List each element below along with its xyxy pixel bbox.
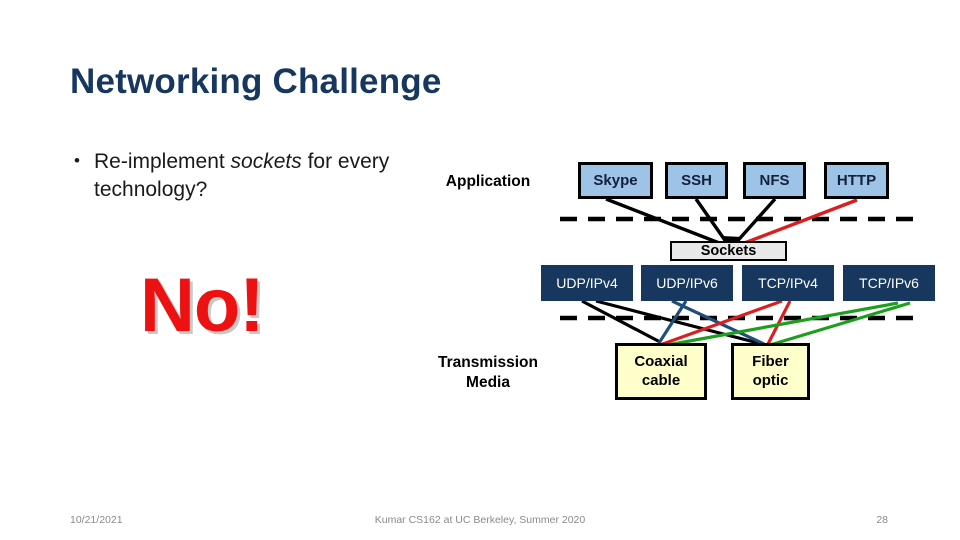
protocol-node-tcp-ipv4[interactable]: TCP/IPv4 (742, 265, 834, 301)
bullet-marker: • (74, 151, 80, 170)
footer-attribution: Kumar CS162 at UC Berkeley, Summer 2020 (374, 514, 586, 526)
app-node-http[interactable]: HTTP (824, 162, 889, 199)
protocol-to-media-links (581, 299, 911, 348)
app-node-skype-label: Skype (593, 172, 638, 189)
app-node-nfs[interactable]: NFS (743, 162, 806, 199)
media-node-coaxial-line2: cable (641, 371, 681, 389)
media-node-fiber-line2: optic (752, 371, 789, 389)
emphasis-answer: No! (140, 263, 265, 348)
app-node-ssh-label: SSH (681, 172, 712, 189)
app-node-ssh[interactable]: SSH (665, 162, 728, 199)
footer-page-number: 28 (876, 514, 888, 526)
page-title: Networking Challenge (70, 62, 442, 101)
layer-label-transmission-media: Transmission Media (418, 353, 558, 393)
protocol-node-tcp-ipv4-label: TCP/IPv4 (758, 275, 818, 291)
media-node-coaxial-line1: Coaxial (634, 352, 688, 370)
sockets-node[interactable]: Sockets (670, 241, 787, 261)
layer-label-application: Application (445, 173, 531, 190)
app-node-skype[interactable]: Skype (578, 162, 653, 199)
bullet-text-italic: sockets (230, 150, 302, 173)
layer-label-transmission-line1: Transmission (438, 354, 538, 371)
layer-label-transmission-line2: Media (466, 374, 510, 392)
media-node-fiber-optic[interactable]: Fiber optic (731, 343, 810, 400)
media-node-coaxial-cable[interactable]: Coaxial cable (615, 343, 707, 400)
protocol-node-tcp-ipv6[interactable]: TCP/IPv6 (843, 265, 935, 301)
protocol-node-udp-ipv6-label: UDP/IPv6 (656, 275, 718, 291)
protocol-node-tcp-ipv6-label: TCP/IPv6 (859, 275, 919, 291)
bullet-list: • Re-implement sockets for every technol… (72, 148, 402, 203)
protocol-node-udp-ipv4[interactable]: UDP/IPv4 (541, 265, 633, 301)
protocol-node-udp-ipv6[interactable]: UDP/IPv6 (641, 265, 733, 301)
slide-canvas: Networking Challenge • Re-implement sock… (0, 0, 960, 540)
protocol-node-udp-ipv4-label: UDP/IPv4 (556, 275, 618, 291)
bullet-item-text: Re-implement sockets for every technolog… (72, 148, 402, 203)
media-node-fiber-line1: Fiber (752, 352, 789, 370)
bullet-text-before: Re-implement (94, 150, 231, 173)
app-node-http-label: HTTP (836, 172, 877, 189)
sockets-node-label: Sockets (700, 243, 757, 259)
app-node-nfs-label: NFS (759, 172, 790, 189)
